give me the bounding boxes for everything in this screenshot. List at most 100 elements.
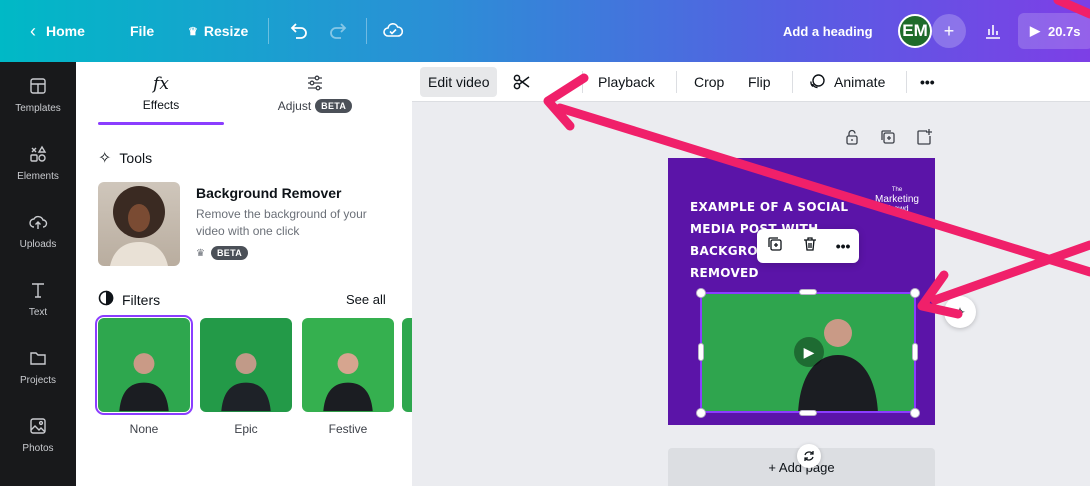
resize-handle[interactable] [696, 288, 706, 298]
resize-handle[interactable] [910, 288, 920, 298]
folder-icon [28, 348, 48, 371]
tab-effects[interactable]: fx Effects [98, 62, 224, 124]
sliders-icon [306, 74, 324, 95]
brand-sub: Crowd [885, 204, 909, 213]
left-rail: Templates Elements Uploads Text Projects… [0, 62, 76, 486]
tool-description: Remove the background of your video with… [196, 207, 367, 238]
person-graphic [221, 353, 271, 412]
effects-panel: fx Effects Adjust BETA ✧ Tools Backgroun… [76, 62, 412, 486]
resize-handle[interactable] [696, 408, 706, 418]
toolbar-divider [676, 71, 677, 93]
templates-icon [28, 76, 48, 99]
rail-label: Templates [15, 103, 61, 114]
filter-none[interactable] [95, 315, 193, 415]
flip-button[interactable]: Flip [740, 67, 779, 97]
duplicate-page-icon[interactable] [879, 128, 897, 151]
person-graphic [323, 353, 373, 412]
toolbar-divider [906, 71, 907, 93]
resize-handle[interactable] [799, 410, 817, 416]
rail-label: Photos [22, 443, 54, 454]
crown-icon: ♛ [188, 25, 198, 38]
filter-label: None [129, 422, 159, 436]
resize-handle[interactable] [698, 343, 704, 361]
more-icon[interactable]: ••• [836, 238, 851, 254]
filter-next-peek[interactable] [402, 318, 412, 412]
person-graphic [119, 353, 169, 412]
more-options-button[interactable]: ••• [912, 67, 943, 97]
file-menu[interactable]: File [130, 0, 154, 62]
page-controls [843, 128, 933, 151]
rail-item-photos[interactable]: Photos [0, 404, 76, 466]
brand-name: Marketing [875, 194, 919, 205]
tool-title[interactable]: Background Remover [196, 185, 341, 201]
filter-label: Epic [234, 422, 258, 436]
tab-adjust[interactable]: Adjust BETA [252, 62, 378, 124]
animate-button[interactable]: Animate [800, 67, 893, 97]
top-bar: ‹ Home File ♛ Resize Add a heading EM + … [0, 0, 1090, 62]
tools-title: Tools [119, 150, 153, 166]
rail-item-text[interactable]: Text [0, 268, 76, 330]
home-label: Home [46, 23, 85, 39]
sparkle-icon: ✧ [954, 303, 966, 320]
topbar-divider [366, 18, 367, 44]
crown-icon: ♛ [196, 247, 205, 259]
cloud-saved-icon[interactable] [382, 20, 404, 47]
filter-label: Festive [328, 422, 368, 436]
filter-festive[interactable] [302, 318, 394, 412]
magic-edit-button[interactable]: ✧ [944, 296, 976, 328]
play-icon: ▶ [1030, 23, 1040, 38]
rail-label: Elements [17, 171, 59, 182]
selection-box [700, 292, 916, 413]
photos-icon [28, 416, 48, 439]
uploads-icon [28, 212, 48, 235]
undo-icon[interactable] [287, 20, 309, 47]
crop-button[interactable]: Crop [686, 67, 732, 97]
context-toolbar: Edit video Playback Crop Flip Animate ••… [412, 62, 1090, 102]
rail-item-uploads[interactable]: Uploads [0, 200, 76, 262]
home-button[interactable]: ‹ Home [30, 0, 85, 62]
share-plus-button[interactable]: + [932, 14, 966, 48]
sparkle-icon: ✧ [98, 150, 112, 167]
topbar-divider [268, 18, 269, 44]
avatar[interactable]: EM [898, 14, 932, 48]
duplicate-icon[interactable] [766, 235, 784, 258]
active-tab-indicator [98, 122, 224, 125]
chevron-left-icon: ‹ [30, 20, 36, 41]
tool-badge-row: ♛ BETA [196, 246, 249, 260]
element-float-menu: ••• [757, 229, 859, 263]
filters-heading: Filters [98, 290, 160, 309]
resize-handle[interactable] [910, 408, 920, 418]
lock-icon[interactable] [843, 128, 861, 151]
resize-button[interactable]: ♛ Resize [188, 0, 248, 62]
design-title[interactable]: Add a heading [783, 0, 873, 62]
trash-icon[interactable] [801, 235, 819, 258]
rail-label: Projects [19, 375, 57, 386]
insights-icon[interactable] [982, 20, 1004, 47]
fx-icon: fx [153, 74, 169, 94]
brand-logo[interactable]: The Marketing Crowd [869, 186, 925, 213]
elements-icon [28, 144, 48, 167]
scissors-icon[interactable] [512, 72, 532, 95]
add-page-icon[interactable] [915, 128, 933, 151]
background-remover-thumbnail[interactable] [98, 182, 180, 266]
animate-icon [808, 72, 826, 93]
redo-icon[interactable] [328, 20, 350, 47]
rail-item-templates[interactable]: Templates [0, 64, 76, 126]
toolbar-divider [792, 71, 793, 93]
filter-epic[interactable] [200, 318, 292, 412]
resize-label: Resize [203, 23, 249, 39]
resize-handle[interactable] [799, 289, 817, 295]
beta-badge: BETA [315, 98, 353, 113]
present-button[interactable]: ▶ 20.7s [1018, 13, 1090, 49]
filters-title: Filters [122, 291, 161, 308]
rail-item-projects[interactable]: Projects [0, 336, 76, 398]
edit-video-button[interactable]: Edit video [420, 67, 498, 97]
rotate-icon[interactable] [797, 444, 821, 468]
rail-label: Text [28, 307, 48, 318]
adjust-tab-text: Adjust BETA [278, 98, 353, 113]
see-all-link[interactable]: See all [346, 292, 386, 307]
playback-button[interactable]: Playback [590, 67, 663, 97]
rail-item-elements[interactable]: Elements [0, 132, 76, 194]
resize-handle[interactable] [912, 343, 918, 361]
tab-label: Effects [142, 98, 180, 112]
